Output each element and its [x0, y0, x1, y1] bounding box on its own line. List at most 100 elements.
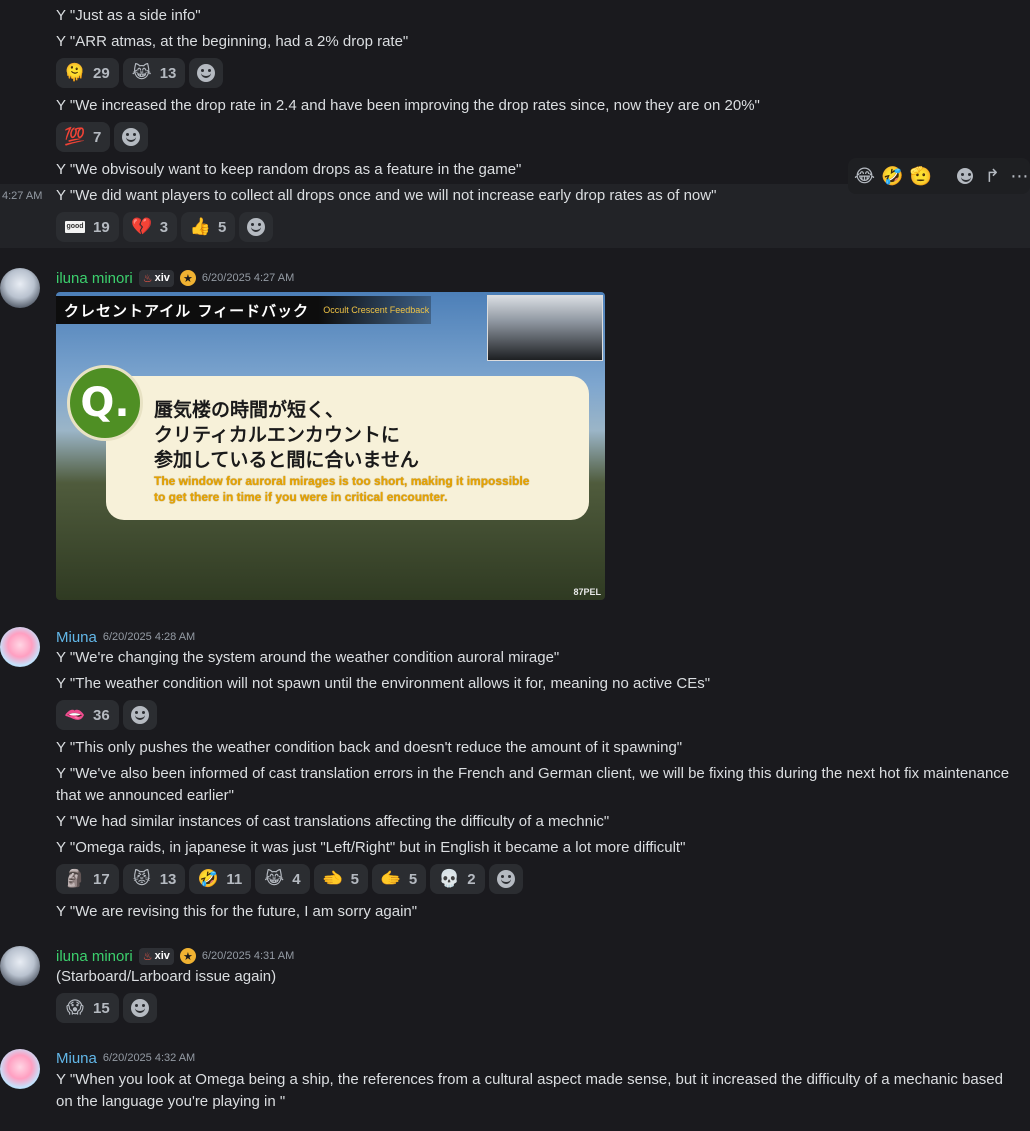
reaction-button[interactable]: 🫦 36	[56, 700, 119, 730]
reaction-count: 5	[218, 218, 227, 236]
message-line: Y "We did want players to collect all dr…	[56, 187, 717, 204]
reaction-count: 17	[93, 870, 110, 888]
username[interactable]: Miuna	[56, 629, 97, 646]
message-line: Y "We've also been informed of cast tran…	[56, 765, 1010, 804]
lips-emoji-icon: 🫦	[64, 705, 86, 724]
avatar[interactable]	[0, 1049, 40, 1089]
angry-cat-emoji-icon: 😾	[132, 869, 151, 888]
reaction-button[interactable]: 😹 4	[255, 864, 310, 894]
reaction-button[interactable]: 🫠 29	[56, 58, 119, 88]
add-reaction-button[interactable]	[488, 864, 523, 894]
message-line: Y "The weather condition will not spawn …	[56, 675, 711, 692]
more-options-icon[interactable]: ⋯	[1009, 164, 1030, 188]
reaction-count: 5	[408, 870, 418, 888]
right-hand-emoji-icon: 🫱	[380, 869, 402, 888]
add-reaction-button[interactable]	[189, 58, 224, 88]
flame-icon: ♨	[142, 950, 153, 963]
avatar[interactable]	[0, 627, 40, 667]
reaction-count: 4	[292, 870, 301, 888]
channel-logo: 87PEL	[573, 587, 601, 597]
avatar[interactable]	[0, 268, 40, 308]
add-reaction-button[interactable]	[122, 993, 157, 1023]
username[interactable]: Miuna	[56, 1050, 97, 1067]
add-reaction-button[interactable]	[114, 122, 149, 152]
message-timestamp[interactable]: 6/20/2025 4:32 AM	[103, 1052, 195, 1064]
reaction-count: 2	[467, 870, 476, 888]
message-timestamp[interactable]: 6/20/2025 4:28 AM	[103, 631, 195, 643]
message-header: Miuna 6/20/2025 4:28 AM	[56, 626, 195, 648]
add-reaction-button[interactable]	[122, 700, 157, 730]
reaction-button[interactable]: 🫱 5	[371, 864, 427, 894]
reaction-bar: 😱 15	[56, 993, 157, 1023]
star-badge-icon: ★	[179, 948, 196, 964]
reaction-bar: 🫦 36	[56, 700, 157, 730]
username[interactable]: iluna minori	[56, 270, 133, 287]
message-line: Y "We increased the drop rate in 2.4 and…	[56, 97, 760, 114]
toolbar-divider	[938, 164, 949, 188]
message-action-toolbar: 😂 🤣 🫡 ↱ ⋯	[848, 158, 1030, 194]
username[interactable]: iluna minori	[56, 948, 133, 965]
reaction-button[interactable]: 🤣 11	[189, 864, 252, 894]
attached-image[interactable]: クレセントアイル フィードバック Occult Crescent Feedbac…	[56, 292, 605, 600]
message-line: Y "ARR atmas, at the beginning, had a 2%…	[56, 33, 409, 50]
message-line: Y "This only pushes the weather conditio…	[56, 739, 683, 756]
reaction-button[interactable]: good 19	[56, 212, 119, 242]
add-reaction-icon[interactable]	[955, 164, 976, 188]
question-jp-line: クリティカルエンカウントに	[154, 424, 400, 446]
forward-icon[interactable]: ↱	[982, 164, 1003, 188]
reaction-count: 5	[350, 870, 359, 888]
server-tag[interactable]: ♨ xiv	[138, 269, 174, 287]
message-line: Y "We are revising this for the future, …	[56, 903, 418, 920]
moai-emoji-icon: 🗿	[64, 869, 86, 888]
thumbs-up-emoji-icon: 👍	[189, 217, 211, 236]
message-header: Miuna 6/20/2025 4:32 AM	[56, 1047, 195, 1069]
melting-face-emoji-icon: 🫠	[64, 63, 86, 82]
q-circle-icon: Q.	[67, 365, 143, 441]
cat-emoji-icon: 😹	[131, 63, 152, 82]
add-reaction-icon	[197, 64, 216, 82]
message-header: iluna minori ♨ xiv ★ 6/20/2025 4:31 AM	[56, 945, 294, 967]
reaction-button[interactable]: 😹 13	[122, 58, 186, 88]
good-sticker-emoji-icon: good	[65, 221, 85, 233]
add-reaction-icon	[130, 706, 149, 724]
reaction-button[interactable]: 😾 13	[122, 864, 186, 894]
question-en-line: The window for auroral mirages is too sh…	[154, 474, 530, 488]
image-jp-title: クレセントアイル フィードバック	[64, 301, 310, 320]
reaction-button[interactable]: 😱 15	[56, 993, 119, 1023]
reaction-count: 29	[93, 64, 110, 82]
server-tag-label: xiv	[154, 272, 170, 284]
reaction-bar: 🫠 29 😹 13	[56, 58, 224, 88]
add-reaction-button[interactable]	[239, 212, 274, 242]
add-reaction-icon	[122, 128, 141, 146]
reaction-button[interactable]: 💀 2	[430, 864, 485, 894]
message-timestamp[interactable]: 6/20/2025 4:27 AM	[202, 272, 294, 284]
reaction-bar: 🗿 17 😾 13 🤣 11 😹 4 🫲 5 🫱 5 💀 2	[56, 864, 523, 894]
reaction-count: 36	[93, 706, 110, 724]
message-timestamp[interactable]: 6/20/2025 4:31 AM	[202, 950, 294, 962]
quick-react-salute-icon[interactable]: 🫡	[910, 164, 932, 188]
message-line: Y "When you look at Omega being a ship, …	[56, 1071, 1003, 1110]
flame-icon: ♨	[142, 272, 153, 285]
reaction-button[interactable]: 💔 3	[122, 212, 178, 242]
image-title-bar: クレセントアイル フィードバック Occult Crescent Feedbac…	[56, 296, 431, 324]
reaction-button[interactable]: 🗿 17	[56, 864, 119, 894]
add-reaction-icon	[247, 218, 266, 236]
hundred-points-emoji-icon: 💯	[64, 127, 86, 146]
broken-heart-emoji-icon: 💔	[131, 217, 153, 236]
quick-react-joy-icon[interactable]: 😂	[854, 164, 875, 188]
rofl-emoji-icon: 🤣	[197, 869, 219, 888]
server-tag[interactable]: ♨ xiv	[138, 947, 174, 965]
reaction-button[interactable]: 🫲 5	[313, 864, 368, 894]
message-line: Y "We're changing the system around the …	[56, 649, 560, 666]
hover-timestamp: 4:27 AM	[2, 190, 43, 202]
reaction-button[interactable]: 💯 7	[56, 122, 111, 152]
scream-emoji-icon: 😱	[66, 998, 84, 1017]
avatar[interactable]	[0, 946, 40, 986]
message-line: Y "Just as a side info"	[56, 7, 201, 24]
image-en-title: Occult Crescent Feedback	[323, 305, 430, 315]
reaction-count: 11	[226, 870, 243, 888]
message-line: Y "Omega raids, in japanese it was just …	[56, 839, 686, 856]
add-reaction-icon	[130, 999, 149, 1017]
reaction-button[interactable]: 👍 5	[181, 212, 236, 242]
quick-react-rofl-icon[interactable]: 🤣	[881, 164, 903, 188]
